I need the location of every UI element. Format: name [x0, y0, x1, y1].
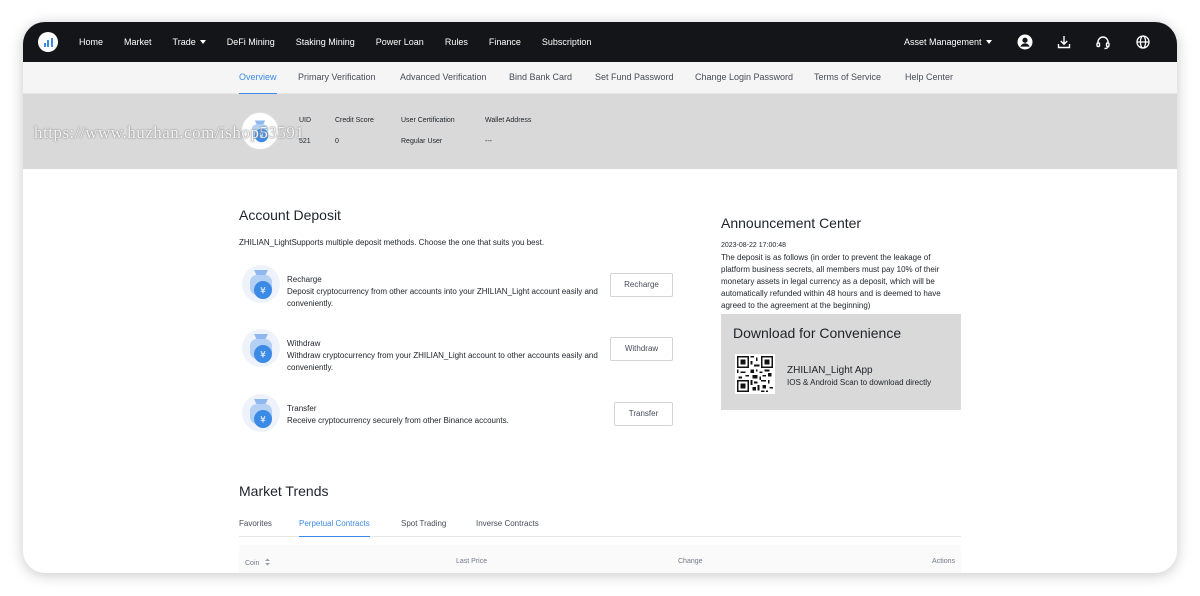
announcement-center-title: Announcement Center — [721, 215, 862, 231]
withdraw-description: Withdraw cryptocurrency from your ZHILIA… — [287, 351, 598, 372]
asset-management-menu[interactable]: Asset Management — [904, 22, 992, 62]
download-subtitle: IOS & Android Scan to download directly — [787, 378, 932, 387]
market-table-header: Coin Last Price Change Actions — [239, 545, 961, 573]
asset-management-label: Asset Management — [904, 37, 982, 47]
announcement-text: The deposit is as follows (in order to p… — [721, 253, 941, 310]
withdraw-title: Withdraw — [287, 339, 321, 348]
nav-market-label: Market — [124, 37, 152, 47]
account-deposit-description: ZHILIAN_LightSupports multiple deposit m… — [239, 238, 545, 247]
nav-subscription[interactable]: Subscription — [542, 37, 592, 47]
download-title: Download for Convenience — [733, 325, 902, 341]
download-icon[interactable] — [1054, 32, 1074, 52]
wallet-address-value: --- — [485, 138, 492, 145]
user-icon[interactable] — [1015, 32, 1035, 52]
tab-bind-bank-card[interactable]: Bind Bank Card — [509, 62, 572, 94]
tab-favorites[interactable]: Favorites — [239, 519, 272, 537]
announcement-date: 2023-08-22 17:00:48 — [721, 242, 786, 249]
top-navbar: Home Market Trade DeFi Mining Staking Mi… — [23, 22, 1177, 62]
deposit-item-transfer: ¥ Transfer Receive cryptocurrency secure… — [239, 393, 674, 441]
tab-spot-trading[interactable]: Spot Trading — [401, 519, 446, 537]
nav-trade-label: Trade — [172, 37, 196, 47]
brand-logo[interactable] — [38, 32, 58, 52]
watermark: https://www.huzhan.com/ishop53591 — [34, 123, 305, 142]
tab-help-center[interactable]: Help Center — [905, 62, 953, 94]
globe-icon[interactable] — [1133, 32, 1153, 52]
deposit-item-withdraw: ¥ Withdraw Withdraw cryptocurrency from … — [239, 328, 674, 376]
svg-text:¥: ¥ — [260, 351, 266, 361]
transfer-title: Transfer — [287, 404, 317, 413]
tab-perpetual-contracts[interactable]: Perpetual Contracts — [299, 519, 370, 537]
tab-primary-verification[interactable]: Primary Verification — [298, 62, 376, 94]
coin-bag-icon: ¥ — [242, 265, 280, 303]
tab-terms-of-service[interactable]: Terms of Service — [814, 62, 881, 94]
nav-market[interactable]: Market — [124, 37, 152, 47]
nav-home-label: Home — [79, 37, 104, 47]
transfer-description: Receive cryptocurrency securely from oth… — [287, 416, 509, 425]
market-tabs: Favorites Perpetual Contracts Spot Tradi… — [239, 514, 961, 537]
qr-code-icon[interactable] — [735, 354, 775, 394]
nav-finance[interactable]: Finance — [489, 37, 521, 47]
nav-defi-mining[interactable]: DeFi Mining — [227, 37, 275, 47]
account-subnav: Overview Primary Verification Advanced V… — [23, 62, 1177, 94]
caret-down-icon — [985, 40, 992, 44]
download-app-name: ZHILIAN_Light App — [787, 365, 873, 376]
nav-trade[interactable]: Trade — [173, 37, 206, 47]
nav-home[interactable]: Home — [79, 37, 103, 47]
nav-staking-mining-label: Staking Mining — [295, 37, 355, 47]
recharge-title: Recharge — [287, 275, 322, 284]
column-last-price: Last Price — [456, 558, 488, 565]
credit-score-label: Credit Score — [335, 117, 374, 124]
svg-text:¥: ¥ — [260, 287, 266, 297]
deposit-item-recharge: ¥ Recharge Deposit cryptocurrency from o… — [239, 264, 674, 312]
caret-down-icon — [199, 40, 206, 44]
tab-overview[interactable]: Overview — [239, 62, 277, 94]
headset-icon[interactable] — [1093, 32, 1113, 52]
recharge-button[interactable]: Recharge — [610, 273, 673, 297]
recharge-description: Deposit cryptocurrency from other accoun… — [287, 287, 598, 308]
user-certification-value: Regular User — [401, 138, 443, 145]
market-trends-title: Market Trends — [239, 483, 329, 499]
nav-rules[interactable]: Rules — [445, 37, 468, 47]
wallet-address-label: Wallet Address — [485, 117, 532, 124]
credit-score-value: 0 — [335, 138, 339, 145]
coin-bag-icon: ¥ — [242, 329, 280, 367]
download-panel: Download for Convenience ZHILIAN_Light A… — [721, 314, 961, 410]
column-coin-label: Coin — [245, 560, 260, 567]
withdraw-button[interactable]: Withdraw — [610, 337, 673, 361]
column-coin[interactable]: Coin — [245, 558, 271, 567]
transfer-button[interactable]: Transfer — [614, 402, 673, 426]
tab-change-login-password[interactable]: Change Login Password — [695, 62, 793, 94]
tab-set-fund-password[interactable]: Set Fund Password — [595, 62, 674, 94]
column-actions: Actions — [932, 558, 955, 565]
nav-rules-label: Rules — [444, 37, 468, 47]
nav-subscription-label: Subscription — [541, 37, 592, 47]
nav-finance-label: Finance — [488, 37, 521, 47]
user-certification-label: User Certification — [401, 117, 455, 124]
account-deposit-title: Account Deposit — [239, 207, 341, 223]
main-nav: Home Market Trade DeFi Mining Staking Mi… — [79, 22, 612, 62]
svg-text:¥: ¥ — [260, 416, 266, 426]
tab-inverse-contracts[interactable]: Inverse Contracts — [476, 519, 539, 537]
app-window: Home Market Trade DeFi Mining Staking Mi… — [23, 22, 1177, 573]
nav-power-loan-label: Power Loan — [375, 37, 424, 47]
nav-staking-mining[interactable]: Staking Mining — [296, 37, 355, 47]
tab-advanced-verification[interactable]: Advanced Verification — [400, 62, 487, 94]
coin-bag-icon: ¥ — [242, 394, 280, 432]
sort-icon — [265, 558, 271, 566]
nav-power-loan[interactable]: Power Loan — [376, 37, 424, 47]
nav-defi-mining-label: DeFi Mining — [226, 37, 275, 47]
column-change: Change — [678, 558, 703, 565]
